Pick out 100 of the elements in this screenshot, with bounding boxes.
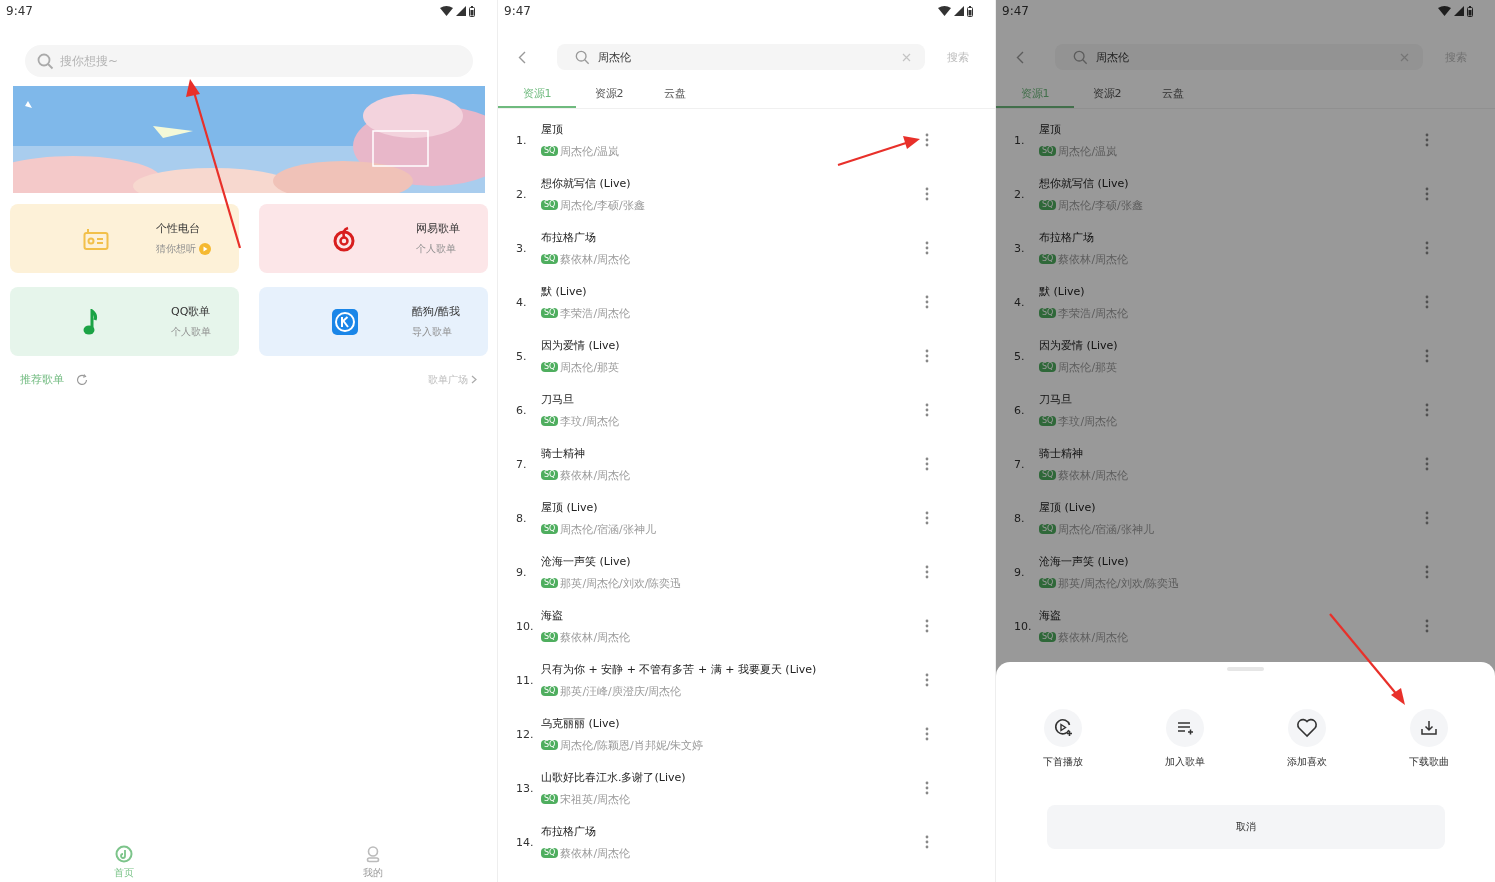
card-subtitle: 导入歌单 xyxy=(412,325,453,339)
more-icon[interactable] xyxy=(923,401,931,419)
refresh-icon[interactable] xyxy=(76,373,88,386)
song-artists: 周杰伦/李硕/张鑫 xyxy=(560,197,645,213)
play-next-icon[interactable] xyxy=(1052,718,1073,738)
status-time: 9:47 xyxy=(1002,4,1029,18)
wifi-icon xyxy=(938,6,951,16)
song-title[interactable]: 想你就写信 (Live) xyxy=(1039,175,1129,191)
quality-badge: SQ xyxy=(541,416,559,426)
more-icon[interactable] xyxy=(1423,293,1431,311)
quality-badge: SQ xyxy=(541,632,559,642)
song-artists: 蔡依林/周杰伦 xyxy=(560,629,631,645)
action-label: 下首播放 xyxy=(1042,755,1083,769)
more-icon[interactable] xyxy=(1423,509,1431,527)
song-title[interactable]: 沧海一声笑 (Live) xyxy=(541,553,631,569)
song-number: 13. xyxy=(516,781,535,795)
more-icon[interactable] xyxy=(1423,131,1431,149)
song-title[interactable]: 刀马旦 xyxy=(541,391,574,407)
music-disc-icon xyxy=(115,845,134,863)
song-number: 14. xyxy=(516,835,535,849)
source-tab[interactable]: 云盘 xyxy=(642,80,708,108)
song-title[interactable]: 乌克丽丽 (Live) xyxy=(541,715,620,731)
quality-badge: SQ xyxy=(1039,470,1057,480)
more-icon[interactable] xyxy=(923,455,931,473)
song-title[interactable]: 默 (Live) xyxy=(541,283,587,299)
song-title[interactable]: 布拉格广场 xyxy=(541,229,596,245)
song-title[interactable]: 沧海一声笑 (Live) xyxy=(1039,553,1129,569)
playlist-source-card[interactable]: 个性电台 猜你想听 xyxy=(10,204,239,273)
playlist-source-card[interactable]: 酷狗/酷我 导入歌单 xyxy=(259,287,488,356)
more-icon[interactable] xyxy=(923,131,931,149)
song-title[interactable]: 屋顶 xyxy=(1039,121,1061,137)
cancel-button[interactable]: 取消 xyxy=(1046,805,1445,849)
song-title[interactable]: 因为爱情 (Live) xyxy=(1039,337,1118,353)
playlist-source-card[interactable]: 网易歌单 个人歌单 xyxy=(259,204,488,273)
playlist-add-icon[interactable] xyxy=(1176,721,1193,735)
wifi-icon xyxy=(440,6,453,16)
song-number: 4. xyxy=(1014,295,1026,309)
song-title[interactable]: 因为爱情 (Live) xyxy=(541,337,620,353)
action-label: 加入歌单 xyxy=(1164,755,1205,769)
more-icon[interactable] xyxy=(1423,401,1431,419)
heart-icon[interactable] xyxy=(1295,718,1318,738)
more-icon[interactable] xyxy=(923,509,931,527)
source-tab[interactable]: 资源2 xyxy=(1074,80,1140,108)
song-title[interactable]: 刀马旦 xyxy=(1039,391,1072,407)
search-field[interactable]: 周杰伦 xyxy=(1055,44,1423,70)
source-tab[interactable]: 云盘 xyxy=(1140,80,1206,108)
more-icon[interactable] xyxy=(1423,185,1431,203)
song-title[interactable]: 海盗 xyxy=(1039,607,1061,623)
more-icon[interactable] xyxy=(923,239,931,257)
more-icon[interactable] xyxy=(923,833,931,851)
quality-badge: SQ xyxy=(541,794,559,804)
signal-icon xyxy=(954,6,964,16)
more-icon[interactable] xyxy=(923,671,931,689)
song-number: 2. xyxy=(1014,187,1026,201)
song-title[interactable]: 屋顶 (Live) xyxy=(541,499,598,515)
more-icon[interactable] xyxy=(1423,347,1431,365)
more-icon[interactable] xyxy=(1423,563,1431,581)
more-icon[interactable] xyxy=(923,779,931,797)
song-number: 7. xyxy=(516,457,528,471)
quality-badge: SQ xyxy=(1039,308,1057,318)
search-field[interactable]: 周杰伦 xyxy=(557,44,925,70)
quality-badge: SQ xyxy=(541,362,559,372)
song-artists: 李玟/周杰伦 xyxy=(560,413,620,429)
song-title[interactable]: 海盗 xyxy=(541,607,563,623)
song-title[interactable]: 屋顶 xyxy=(541,121,563,137)
battery-icon xyxy=(967,5,973,17)
playlist-source-card[interactable]: QQ歌单 个人歌单 xyxy=(10,287,239,356)
song-title[interactable]: 布拉格广场 xyxy=(541,823,596,839)
more-icon[interactable] xyxy=(923,725,931,743)
action-label: 下载歌曲 xyxy=(1408,755,1449,769)
more-icon[interactable] xyxy=(1423,617,1431,635)
song-title[interactable]: 骑士精神 xyxy=(1039,445,1083,461)
song-title[interactable]: 山歌好比春江水.多谢了(Live) xyxy=(541,769,686,785)
source-tab[interactable]: 资源2 xyxy=(576,80,642,108)
song-title[interactable]: 屋顶 (Live) xyxy=(1039,499,1096,515)
song-artists: 那英/汪峰/庾澄庆/周杰伦 xyxy=(560,683,682,699)
more-icon[interactable] xyxy=(1423,455,1431,473)
song-number: 5. xyxy=(1014,349,1026,363)
download-icon[interactable] xyxy=(1419,719,1438,737)
quality-badge: SQ xyxy=(1039,578,1057,588)
more-icon[interactable] xyxy=(923,617,931,635)
more-icon[interactable] xyxy=(923,185,931,203)
radio-icon xyxy=(83,226,109,251)
more-icon[interactable] xyxy=(923,347,931,365)
status-time: 9:47 xyxy=(6,4,33,18)
chevron-icon xyxy=(471,375,477,384)
more-icon[interactable] xyxy=(923,293,931,311)
more-icon[interactable] xyxy=(1423,239,1431,257)
song-artists: 蔡依林/周杰伦 xyxy=(560,845,631,861)
quality-badge: SQ xyxy=(541,578,559,588)
song-number: 4. xyxy=(516,295,528,309)
song-title[interactable]: 骑士精神 xyxy=(541,445,585,461)
song-title[interactable]: 默 (Live) xyxy=(1039,283,1085,299)
song-title[interactable]: 只有为你 + 安静 + 不管有多苦 + 满 + 我要夏天 (Live) xyxy=(541,661,817,677)
song-title[interactable]: 布拉格广场 xyxy=(1039,229,1094,245)
card-title: 网易歌单 xyxy=(416,221,460,236)
song-title[interactable]: 想你就写信 (Live) xyxy=(541,175,631,191)
quality-badge: SQ xyxy=(1039,632,1057,642)
quality-badge: SQ xyxy=(541,308,559,318)
more-icon[interactable] xyxy=(923,563,931,581)
